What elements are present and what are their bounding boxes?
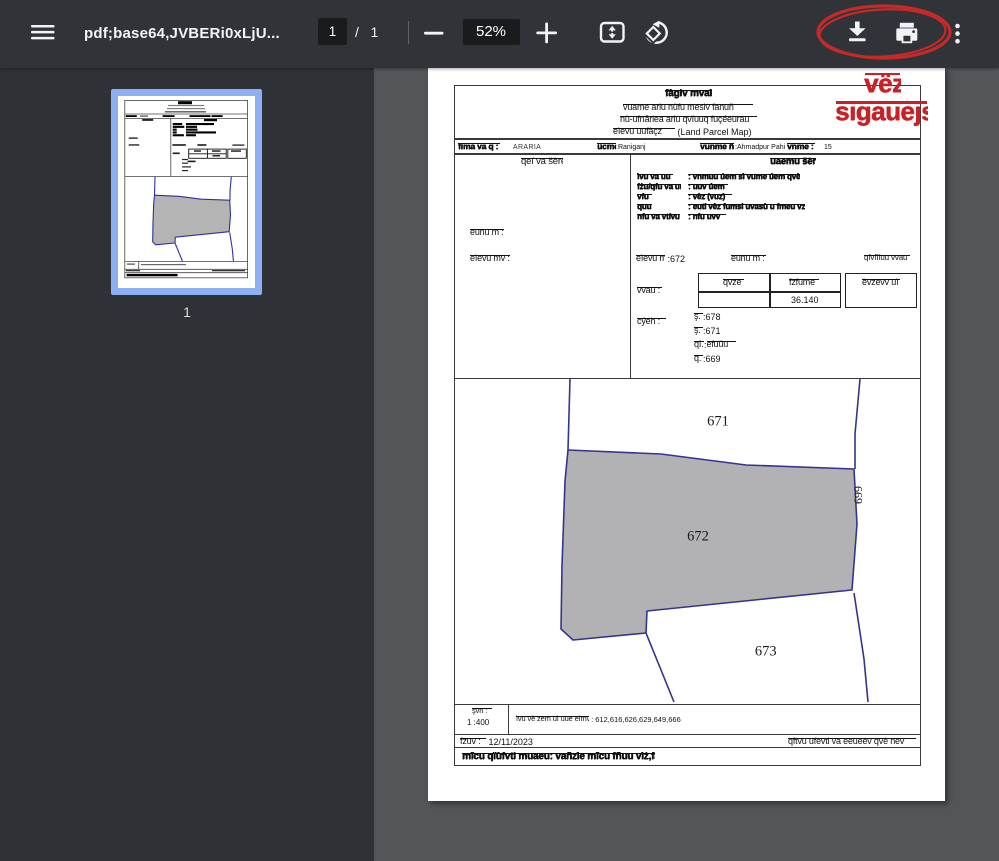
svg-text:672: 672 [687, 529, 709, 545]
svg-text:669: 669 [852, 486, 866, 504]
svg-text:671: 671 [707, 414, 729, 430]
svg-text:673: 673 [755, 644, 777, 660]
